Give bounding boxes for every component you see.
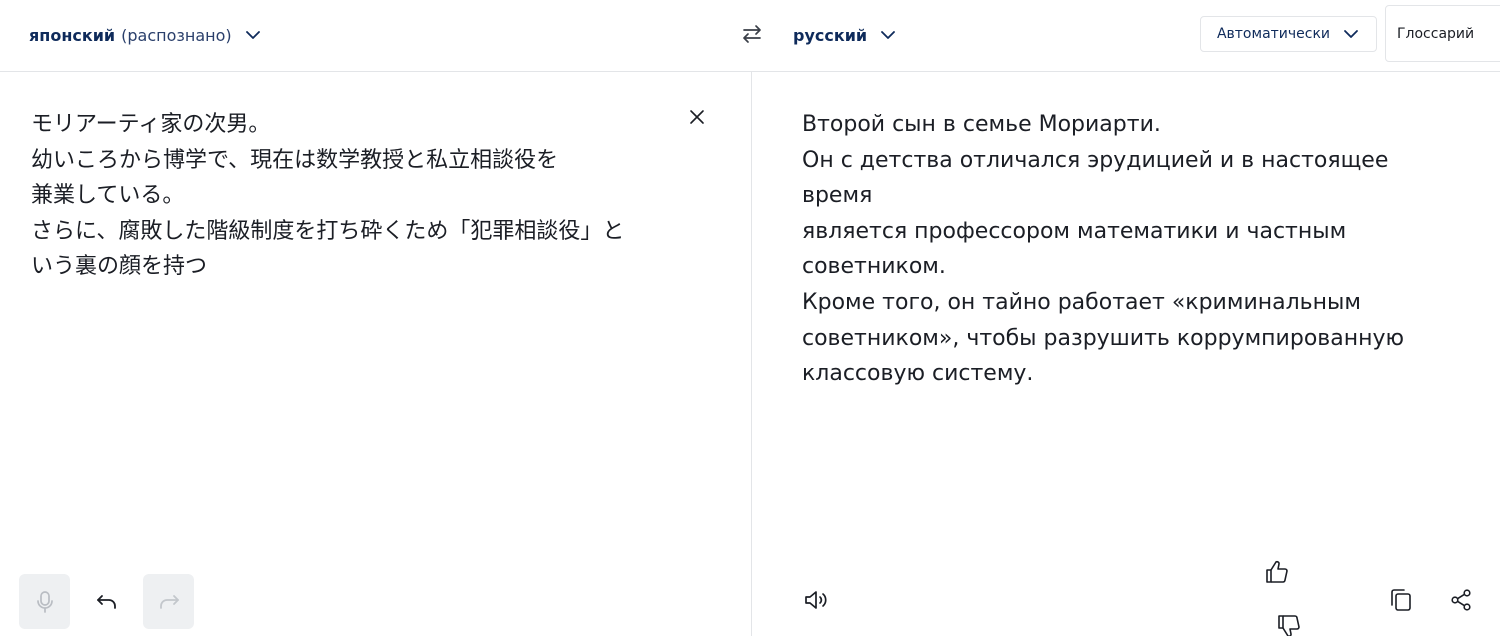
glossary-label: Глоссарий bbox=[1397, 25, 1475, 42]
rate-good-button[interactable] bbox=[1262, 557, 1292, 587]
swap-icon bbox=[740, 22, 764, 46]
formality-label: Автоматически bbox=[1216, 26, 1331, 42]
translation-output: Второй сын в семье Мориарти. Он с детств… bbox=[802, 112, 1405, 387]
source-text-input[interactable]: モリアーティ家の次男。 幼いころから博学で、現在は数学教授と私立相談役を 兼業し… bbox=[31, 107, 691, 285]
microphone-icon bbox=[34, 590, 56, 614]
share-icon bbox=[1449, 588, 1473, 612]
chevron-down-icon bbox=[879, 26, 897, 44]
rate-bad-button[interactable] bbox=[1274, 611, 1304, 636]
copy-translation-button[interactable] bbox=[1386, 585, 1416, 615]
undo-icon bbox=[94, 591, 120, 613]
source-language-selector[interactable]: японский (распознано) bbox=[29, 22, 262, 48]
clear-source-button[interactable] bbox=[686, 106, 708, 128]
thumbs-up-icon bbox=[1264, 559, 1290, 585]
swap-languages-button[interactable] bbox=[738, 21, 766, 47]
close-icon bbox=[689, 109, 705, 125]
undo-button[interactable] bbox=[81, 574, 132, 629]
speaker-icon bbox=[802, 588, 830, 612]
microphone-button[interactable] bbox=[19, 574, 70, 629]
formality-dropdown-button[interactable]: Автоматически bbox=[1200, 16, 1377, 52]
target-language-name: русский bbox=[793, 25, 868, 45]
chevron-down-icon bbox=[1342, 25, 1360, 43]
redo-button[interactable] bbox=[143, 574, 194, 629]
target-language-selector[interactable]: русский bbox=[793, 22, 897, 48]
thumbs-down-icon bbox=[1276, 613, 1302, 636]
redo-icon bbox=[156, 591, 182, 613]
source-language-name: японский bbox=[29, 25, 116, 45]
glossary-button[interactable]: Глоссарий bbox=[1385, 5, 1500, 62]
chevron-down-icon bbox=[244, 26, 262, 44]
copy-icon bbox=[1388, 587, 1414, 613]
panel-divider bbox=[751, 72, 752, 636]
source-language-detected: (распознано) bbox=[121, 25, 232, 45]
listen-button[interactable] bbox=[801, 585, 831, 615]
top-bar: японский (распознано) русский Автоматиче… bbox=[0, 0, 1500, 72]
share-translation-button[interactable] bbox=[1446, 585, 1476, 615]
